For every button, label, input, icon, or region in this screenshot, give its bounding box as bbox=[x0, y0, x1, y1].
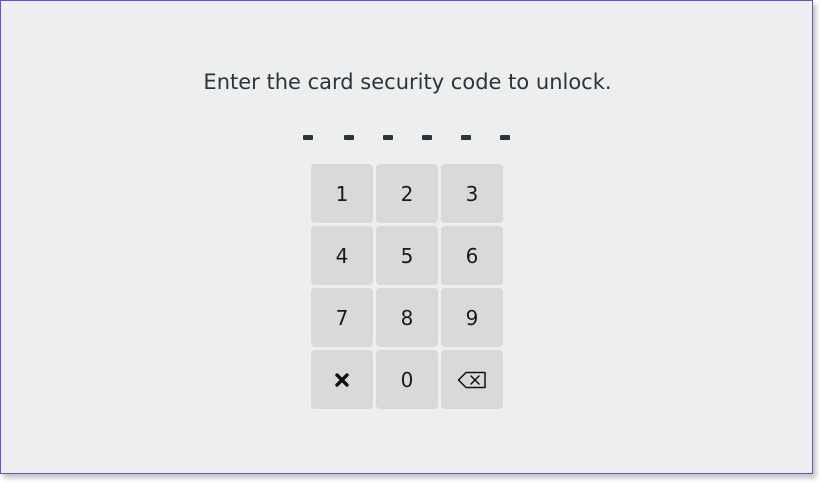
key-6-button[interactable]: 6 bbox=[441, 226, 503, 285]
key-label: 0 bbox=[400, 367, 414, 392]
key-0-button[interactable]: 0 bbox=[376, 350, 438, 409]
key-label: 5 bbox=[400, 243, 414, 268]
key-label: 2 bbox=[400, 181, 414, 206]
key-label: 1 bbox=[335, 181, 349, 206]
pin-entry-field bbox=[303, 135, 515, 141]
unlock-prompt: Enter the card security code to unlock. bbox=[203, 70, 612, 94]
backspace-icon bbox=[457, 371, 487, 389]
key-label: 8 bbox=[400, 305, 414, 330]
key-9-button[interactable]: 9 bbox=[441, 288, 503, 347]
backspace-button[interactable] bbox=[441, 350, 503, 409]
key-8-button[interactable]: 8 bbox=[376, 288, 438, 347]
cancel-button[interactable] bbox=[311, 350, 373, 409]
pin-slot-5 bbox=[461, 135, 471, 140]
key-label: 3 bbox=[465, 181, 479, 206]
numeric-keypad: 1 2 3 4 5 6 7 8 9 0 bbox=[311, 164, 503, 409]
pin-slot-1 bbox=[303, 135, 313, 140]
key-label: 6 bbox=[465, 243, 479, 268]
cancel-icon bbox=[335, 372, 349, 387]
pin-slot-3 bbox=[383, 135, 393, 140]
key-4-button[interactable]: 4 bbox=[311, 226, 373, 285]
unlock-dialog: Enter the card security code to unlock. … bbox=[0, 0, 813, 474]
key-3-button[interactable]: 3 bbox=[441, 164, 503, 223]
pin-slot-2 bbox=[344, 135, 354, 140]
key-label: 4 bbox=[335, 243, 349, 268]
key-7-button[interactable]: 7 bbox=[311, 288, 373, 347]
key-5-button[interactable]: 5 bbox=[376, 226, 438, 285]
key-label: 7 bbox=[335, 305, 349, 330]
key-1-button[interactable]: 1 bbox=[311, 164, 373, 223]
pin-slot-4 bbox=[422, 135, 432, 140]
key-label: 9 bbox=[465, 305, 479, 330]
key-2-button[interactable]: 2 bbox=[376, 164, 438, 223]
pin-slot-6 bbox=[500, 135, 510, 140]
